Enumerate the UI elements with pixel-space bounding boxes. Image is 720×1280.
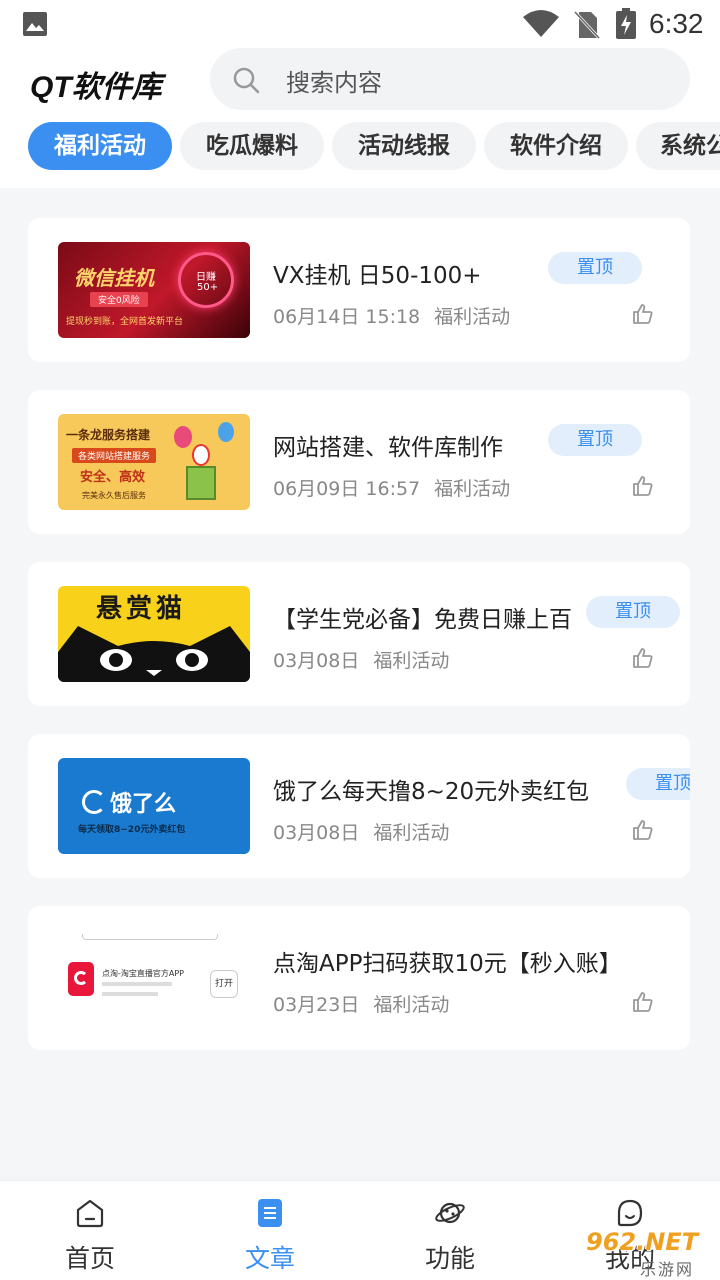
- thumbs-up-icon[interactable]: [631, 818, 655, 842]
- cat-face-icon: [58, 626, 250, 682]
- thumb-caption: 每天领取8~20元外卖红包: [78, 825, 186, 835]
- article-thumbnail: 点淘-淘宝直播官方APP 打开: [58, 930, 250, 1026]
- article-category: 福利活动: [373, 994, 450, 1016]
- thumb-headline: 一条龙服务搭建: [66, 428, 151, 442]
- article-thumbnail: 一条龙服务搭建 各类网站搭建服务 安全、高效 完美永久售后服务: [58, 414, 250, 510]
- eleme-logo-icon: [82, 790, 106, 814]
- home-icon: [76, 1199, 104, 1228]
- category-tabs: 福利活动 吃瓜爆料 活动线报 软件介绍 系统公: [0, 122, 720, 174]
- search-placeholder: 搜索内容: [286, 69, 382, 97]
- nav-home-label: 首页: [64, 1244, 115, 1273]
- nav-home[interactable]: 首页: [0, 1181, 180, 1280]
- thumb-headline: 悬赏猫: [96, 594, 187, 624]
- article-thumbnail: 饿了么 每天领取8~20元外卖红包: [58, 758, 250, 854]
- thumbs-up-icon[interactable]: [631, 302, 655, 326]
- profile-icon: [617, 1199, 643, 1227]
- article-card[interactable]: 微信挂机 安全0风险 提现秒到账，全网首发新平台 日赚 50+ VX挂机 日50…: [28, 218, 690, 362]
- pinned-badge: 置顶: [548, 424, 642, 456]
- article-category: 福利活动: [373, 650, 450, 672]
- nav-functions[interactable]: 功能: [360, 1181, 540, 1280]
- header: QT软件库 搜索内容 福利活动 吃瓜爆料 活动线报 软件介绍 系统公: [0, 48, 720, 188]
- nav-functions-label: 功能: [424, 1244, 475, 1273]
- thumb-badge-value: 50+: [197, 282, 219, 293]
- thumb-headline: 微信挂机: [74, 266, 154, 290]
- thumbs-up-icon[interactable]: [631, 990, 655, 1014]
- wifi-icon: [523, 10, 559, 37]
- watermark-text: 962.NET: [586, 1228, 699, 1256]
- site-watermark: 962.NET 乐游网: [580, 1228, 720, 1280]
- article-title[interactable]: 网站搭建、软件库制作: [273, 428, 503, 462]
- nav-articles-label: 文章: [244, 1244, 295, 1273]
- nav-articles[interactable]: 文章: [180, 1181, 360, 1280]
- clock: 6:32: [649, 8, 704, 39]
- article-meta: 03月08日 福利活动: [273, 646, 449, 673]
- article-category: 福利活动: [434, 478, 511, 500]
- app-title: QT软件库: [30, 71, 162, 104]
- article-date: 03月08日: [273, 822, 360, 844]
- thumb-divider: [82, 934, 218, 940]
- pinned-badge: 置顶: [586, 596, 680, 628]
- thumb-app-detail: [102, 982, 172, 986]
- thumb-box: [186, 466, 216, 500]
- tab-xianbao[interactable]: 活动线报: [332, 122, 476, 170]
- pinned-badge: 置顶: [548, 252, 642, 284]
- thumb-balloon: [174, 426, 192, 448]
- thumbs-up-icon[interactable]: [631, 474, 655, 498]
- thumb-tag: 安全0风险: [90, 292, 148, 307]
- article-date: 03月08日: [273, 650, 360, 672]
- article-thumbnail: 悬赏猫: [58, 586, 250, 682]
- article-meta: 03月08日 福利活动: [273, 818, 449, 845]
- search-input[interactable]: 搜索内容: [210, 48, 690, 110]
- article-meta: 03月23日 福利活动: [273, 990, 449, 1017]
- tab-xitong[interactable]: 系统公: [636, 122, 720, 170]
- article-title[interactable]: 【学生党必备】免费日赚上百: [273, 600, 572, 634]
- diantao-logo-icon: [68, 962, 94, 996]
- article-card[interactable]: 一条龙服务搭建 各类网站搭建服务 安全、高效 完美永久售后服务 网站搭建、软件库…: [28, 390, 690, 534]
- thumbs-up-icon[interactable]: [631, 646, 655, 670]
- article-title[interactable]: 点淘APP扫码获取10元【秒入账】: [273, 944, 622, 978]
- article-meta: 06月14日 15:18 福利活动: [273, 302, 510, 329]
- article-card[interactable]: 悬赏猫 【学生党必备】免费日赚上百 置顶 03月08日 福利活动: [28, 562, 690, 706]
- article-card[interactable]: 点淘-淘宝直播官方APP 打开 点淘APP扫码获取10元【秒入账】 03月23日…: [28, 906, 690, 1050]
- article-thumbnail: 微信挂机 安全0风险 提现秒到账，全网首发新平台 日赚 50+: [58, 242, 250, 338]
- tab-ruanjian[interactable]: 软件介绍: [484, 122, 628, 170]
- thumb-open-button: 打开: [210, 970, 238, 998]
- thumb-balloon: [218, 422, 234, 442]
- article-date: 06月14日 15:18: [273, 306, 421, 328]
- search-icon: [233, 67, 260, 94]
- article-title[interactable]: 饿了么每天撸8~20元外卖红包: [273, 772, 589, 806]
- tab-chigua[interactable]: 吃瓜爆料: [180, 122, 324, 170]
- article-category: 福利活动: [434, 306, 511, 328]
- thumb-clown: [192, 444, 210, 466]
- article-card[interactable]: 饿了么 每天领取8~20元外卖红包 饿了么每天撸8~20元外卖红包 置顶 03月…: [28, 734, 690, 878]
- thumb-app-name: 点淘-淘宝直播官方APP: [102, 969, 185, 978]
- thumb-app-detail: [102, 992, 158, 996]
- article-date: 06月09日 16:57: [273, 478, 421, 500]
- watermark-subtext: 乐游网: [640, 1260, 695, 1279]
- no-sim-icon: [573, 10, 601, 40]
- thumb-tag: 各类网站搭建服务: [72, 448, 157, 463]
- thumb-caption: 提现秒到账，全网首发新平台: [66, 317, 184, 327]
- battery-charging-icon: [616, 8, 636, 39]
- status-bar: 6:32: [0, 0, 720, 48]
- thumb-logo: 饿了么: [110, 792, 177, 817]
- thumb-subtitle: 安全、高效: [80, 470, 146, 485]
- article-title[interactable]: VX挂机 日50-100+: [273, 256, 482, 290]
- article-category: 福利活动: [373, 822, 450, 844]
- thumb-badge-label: 日赚: [196, 272, 216, 283]
- thumb-caption: 完美永久售后服务: [82, 491, 146, 500]
- article-date: 03月23日: [273, 994, 360, 1016]
- image-notification-icon: [23, 12, 47, 36]
- article-meta: 06月09日 16:57 福利活动: [273, 474, 510, 501]
- planet-icon: [435, 1202, 465, 1224]
- pinned-badge: 置顶: [626, 768, 690, 800]
- tab-fuli[interactable]: 福利活动: [28, 122, 172, 170]
- article-icon: [258, 1199, 282, 1227]
